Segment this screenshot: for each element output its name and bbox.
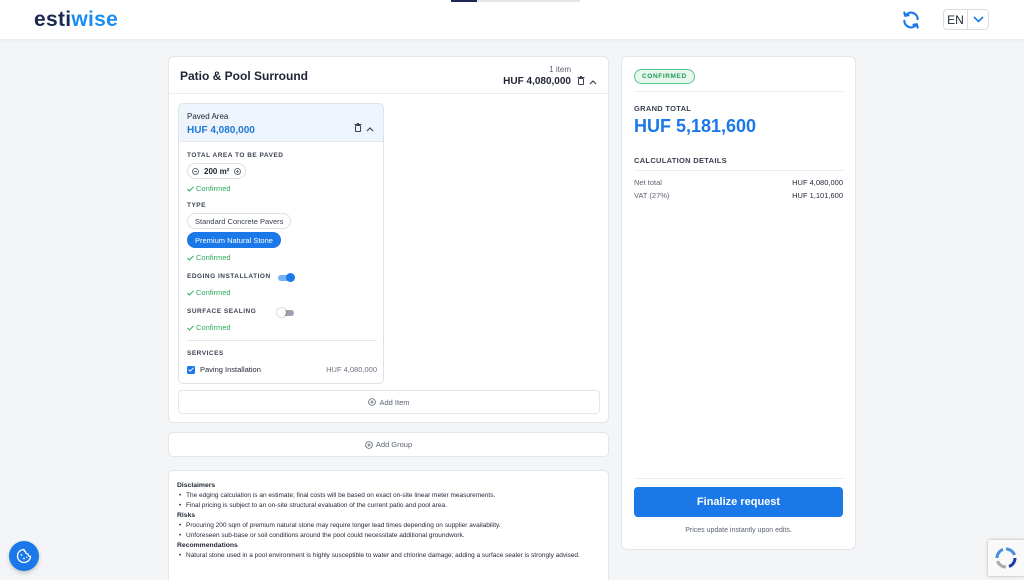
list-item: Unforeseen sub-base or soil conditions a… bbox=[177, 531, 600, 541]
trash-icon[interactable] bbox=[354, 119, 362, 137]
edging-toggle[interactable] bbox=[278, 273, 295, 282]
sealing-label: SURFACE SEALING bbox=[187, 308, 257, 315]
cookie-settings-button[interactable] bbox=[9, 541, 39, 571]
item-card: Paved Area HUF 4,080,000 TOTAL AREA TO B… bbox=[178, 103, 384, 384]
toggle-knob bbox=[277, 308, 286, 317]
confirmed-label: Confirmed bbox=[196, 323, 231, 332]
confirmed-label: Confirmed bbox=[196, 253, 231, 262]
item-name: Paved Area bbox=[187, 112, 229, 121]
type-option-premium[interactable]: Premium Natural Stone bbox=[187, 232, 281, 248]
recaptcha-icon bbox=[995, 547, 1017, 569]
group-price: HUF 4,080,000 bbox=[503, 76, 571, 87]
check-icon bbox=[187, 289, 194, 296]
type-label: TYPE bbox=[187, 202, 206, 209]
top-progress-active bbox=[451, 0, 477, 2]
sealing-toggle[interactable] bbox=[277, 308, 294, 317]
confirmed-label: Confirmed bbox=[196, 288, 231, 297]
group-actions bbox=[577, 72, 597, 90]
logo-prefix: esti bbox=[34, 8, 72, 31]
vat-value: HUF 1,101,600 bbox=[792, 191, 843, 200]
price-update-note: Prices update instantly upon edits. bbox=[685, 527, 792, 534]
type-confirmed: Confirmed bbox=[187, 253, 231, 262]
toggle-knob bbox=[286, 273, 295, 282]
recaptcha-badge[interactable] bbox=[988, 540, 1024, 576]
net-total-value: HUF 4,080,000 bbox=[792, 178, 843, 187]
area-stepper[interactable]: 200 m² bbox=[187, 163, 247, 179]
top-header: estiwise EN bbox=[0, 0, 1024, 39]
sealing-confirmed: Confirmed bbox=[187, 323, 231, 332]
area-confirmed: Confirmed bbox=[187, 184, 231, 193]
check-icon bbox=[187, 185, 194, 192]
list-item: Natural stone used in a pool environment… bbox=[177, 551, 600, 561]
vat-row: VAT (27%) HUF 1,101,600 bbox=[634, 191, 843, 200]
check-icon bbox=[187, 324, 194, 331]
add-item-button[interactable]: Add Item bbox=[178, 390, 600, 414]
check-icon bbox=[187, 254, 194, 261]
item-price: HUF 4,080,000 bbox=[187, 125, 255, 136]
services-label: SERVICES bbox=[187, 350, 224, 357]
language-select[interactable]: EN bbox=[943, 9, 989, 30]
chevron-up-icon[interactable] bbox=[366, 119, 374, 137]
summary-divider bbox=[634, 91, 844, 92]
section-divider bbox=[187, 340, 377, 341]
refresh-icon[interactable] bbox=[901, 10, 921, 30]
finalize-request-button[interactable]: Finalize request bbox=[634, 487, 843, 517]
edging-confirmed: Confirmed bbox=[187, 288, 231, 297]
summary-divider bbox=[634, 170, 844, 171]
risks-list: Procuring 200 sqm of premium natural sto… bbox=[177, 521, 600, 541]
service-row[interactable]: Paving Installation HUF 4,080,000 bbox=[187, 365, 377, 374]
plus-circle-icon bbox=[368, 398, 377, 406]
group-header[interactable]: Patio & Pool Surround 1 item HUF 4,080,0… bbox=[169, 57, 608, 94]
status-badge: CONFIRMED bbox=[634, 69, 695, 84]
plus-circle-icon[interactable] bbox=[234, 167, 242, 175]
summary-panel: CONFIRMED GRAND TOTAL HUF 5,181,600 CALC… bbox=[621, 56, 856, 550]
vat-label: VAT (27%) bbox=[634, 191, 670, 200]
grand-total-label: GRAND TOTAL bbox=[634, 104, 692, 113]
group-card: Patio & Pool Surround 1 item HUF 4,080,0… bbox=[168, 56, 609, 423]
calculation-details-label: CALCULATION DETAILS bbox=[634, 156, 727, 165]
area-label: TOTAL AREA TO BE PAVED bbox=[187, 152, 284, 159]
chevron-up-icon[interactable] bbox=[589, 72, 597, 90]
plus-circle-icon bbox=[365, 440, 373, 449]
list-item: Procuring 200 sqm of premium natural sto… bbox=[177, 521, 600, 531]
net-total-row: Net total HUF 4,080,000 bbox=[634, 178, 843, 187]
service-checkbox[interactable] bbox=[187, 365, 195, 374]
group-item-count: 1 item bbox=[549, 65, 571, 74]
disclaimers-list: The edging calculation is an estimate; f… bbox=[177, 491, 600, 511]
area-value: 200 m² bbox=[204, 166, 230, 176]
language-value: EN bbox=[947, 12, 964, 27]
top-progress-tabs bbox=[451, 0, 580, 2]
service-price: HUF 4,080,000 bbox=[326, 365, 377, 374]
summary-divider bbox=[634, 478, 844, 479]
logo-suffix: wise bbox=[71, 8, 119, 31]
minus-circle-icon[interactable] bbox=[192, 167, 199, 175]
grand-total-value: HUF 5,181,600 bbox=[634, 116, 757, 136]
list-item: Final pricing is subject to an on-site s… bbox=[177, 501, 600, 511]
service-name: Paving Installation bbox=[200, 365, 261, 374]
type-option-standard[interactable]: Standard Concrete Pavers bbox=[187, 213, 292, 229]
item-actions bbox=[354, 119, 374, 137]
recommendations-title: Recommendations bbox=[177, 542, 238, 549]
edging-label: EDGING INSTALLATION bbox=[187, 273, 271, 280]
estiwise-logo[interactable]: estiwise bbox=[34, 8, 118, 32]
notes-card: Disclaimers The edging calculation is an… bbox=[168, 470, 609, 580]
chevron-down-icon[interactable] bbox=[968, 16, 988, 23]
risks-title: Risks bbox=[177, 512, 196, 519]
net-total-label: Net total bbox=[634, 178, 662, 187]
disclaimers-title: Disclaimers bbox=[177, 482, 216, 489]
cookie-icon bbox=[16, 548, 32, 564]
confirmed-label: Confirmed bbox=[196, 184, 231, 193]
add-group-button[interactable]: Add Group bbox=[168, 432, 609, 457]
recommendations-list: Natural stone used in a pool environment… bbox=[177, 551, 600, 561]
list-item: The edging calculation is an estimate; f… bbox=[177, 491, 600, 501]
trash-icon[interactable] bbox=[577, 72, 585, 90]
add-item-label: Add Item bbox=[379, 397, 410, 407]
item-header[interactable]: Paved Area HUF 4,080,000 bbox=[179, 104, 383, 142]
group-title: Patio & Pool Surround bbox=[180, 69, 308, 83]
check-icon bbox=[188, 367, 194, 372]
add-group-label: Add Group bbox=[375, 440, 413, 449]
